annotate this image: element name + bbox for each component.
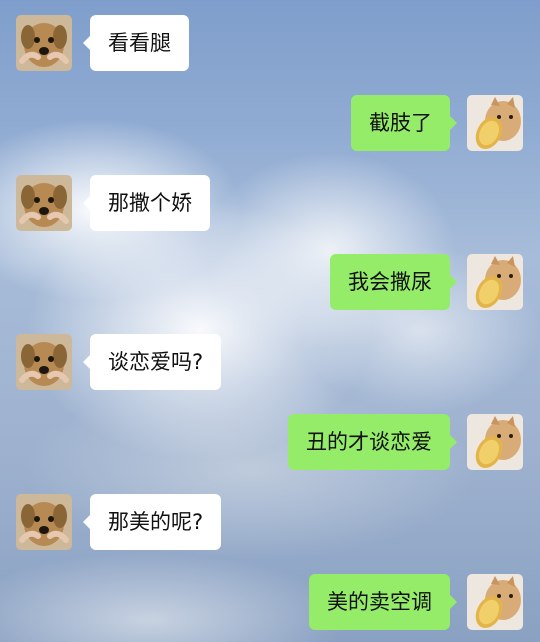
puppy-avatar-icon[interactable] <box>16 175 72 231</box>
message-row-incoming: 谈恋爱吗? <box>0 334 540 392</box>
message-bubble[interactable]: 那撒个娇 <box>83 175 210 231</box>
puppy-avatar-icon[interactable] <box>16 494 72 550</box>
cat-with-toast-avatar-icon[interactable] <box>467 254 523 310</box>
message-row-outgoing: 我会撒尿 <box>0 254 540 312</box>
puppy-avatar-icon[interactable] <box>16 15 72 71</box>
message-bubble[interactable]: 美的卖空调 <box>309 574 457 630</box>
puppy-avatar-icon[interactable] <box>16 334 72 390</box>
message-row-outgoing: 美的卖空调 <box>0 574 540 632</box>
message-row-incoming: 那撒个娇 <box>0 175 540 233</box>
message-bubble[interactable]: 那美的呢? <box>82 494 222 550</box>
message-bubble[interactable]: 截肢了 <box>351 95 457 151</box>
message-row-incoming: 那美的呢? <box>0 494 540 552</box>
message-bubble[interactable]: 谈恋爱吗? <box>82 334 222 390</box>
message-row-outgoing: 截肢了 <box>0 95 540 153</box>
message-bubble[interactable]: 丑的才谈恋爱 <box>288 414 457 470</box>
cat-with-toast-avatar-icon[interactable] <box>467 414 523 470</box>
cat-with-toast-avatar-icon[interactable] <box>467 574 523 630</box>
message-row-incoming: 看看腿 <box>0 15 540 73</box>
message-bubble[interactable]: 看看腿 <box>83 15 189 71</box>
message-bubble[interactable]: 我会撒尿 <box>330 254 457 310</box>
message-row-outgoing: 丑的才谈恋爱 <box>0 414 540 472</box>
cat-with-toast-avatar-icon[interactable] <box>467 95 523 151</box>
